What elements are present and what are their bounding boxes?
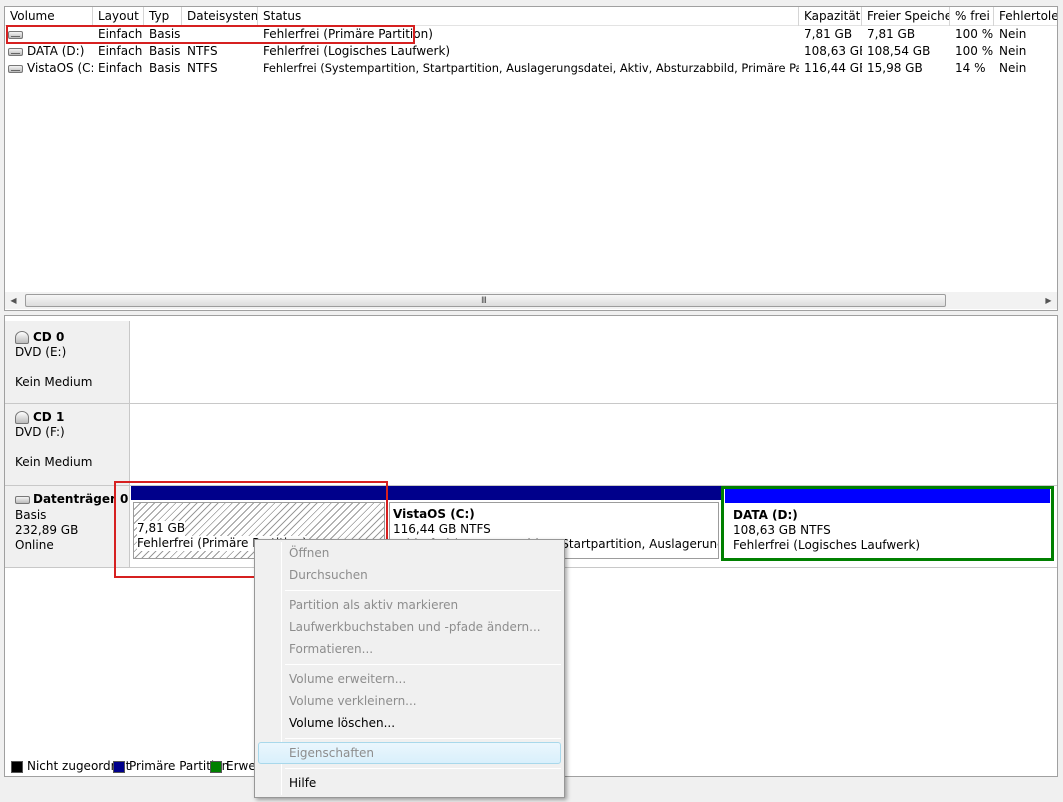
- cell-fehlertoleranz: Nein: [999, 44, 1027, 58]
- column-header-kapazitaet[interactable]: Kapazität: [799, 7, 862, 26]
- cell-freier-speicher: 108,54 GB: [867, 44, 931, 58]
- table-row[interactable]: VistaOS (C:) Einfach Basis NTFS Fehlerfr…: [5, 60, 1057, 77]
- disk-row-cd1: CD 1 DVD (F:) Kein Medium: [5, 404, 1057, 486]
- cell-volume: DATA (D:): [5, 43, 93, 60]
- column-header-fehlertoleranz[interactable]: Fehlertoler: [994, 7, 1057, 26]
- grip-icon: III: [481, 296, 487, 306]
- cell-status: Fehlerfrei (Primäre Partition): [263, 27, 433, 41]
- menu-item-durchsuchen[interactable]: Durchsuchen: [289, 565, 368, 585]
- column-header-layout[interactable]: Layout: [93, 7, 144, 26]
- drive-icon: [8, 65, 23, 73]
- context-menu[interactable]: Öffnen Durchsuchen Partition als aktiv m…: [254, 539, 565, 798]
- table-row[interactable]: DATA (D:) Einfach Basis NTFS Fehlerfrei …: [5, 43, 1057, 60]
- scrollbar-thumb[interactable]: III: [25, 294, 946, 307]
- cell-prozent-frei: 100 %: [955, 27, 994, 41]
- cell-freier-speicher: 7,81 GB: [867, 27, 916, 41]
- disk-label-cd0[interactable]: CD 0 DVD (E:) Kein Medium: [5, 321, 130, 403]
- drive-icon: [8, 48, 23, 56]
- legend-swatch-primary: [113, 761, 125, 773]
- cd-drive-icon: [15, 331, 29, 344]
- cell-prozent-frei: 100 %: [955, 44, 994, 58]
- menu-separator: [285, 768, 561, 769]
- menu-item-volume-erweitern[interactable]: Volume erweitern...: [289, 669, 406, 689]
- legend-swatch-extended: [210, 761, 222, 773]
- cell-dateisystem: NTFS: [187, 44, 218, 58]
- partition-bar: [131, 486, 387, 500]
- cell-layout: Einfach: [98, 61, 143, 75]
- disk-label-cd1[interactable]: CD 1 DVD (F:) Kein Medium: [5, 404, 130, 485]
- menu-item-hilfe[interactable]: Hilfe: [289, 773, 316, 793]
- cell-status: Fehlerfrei (Systempartition, Startpartit…: [263, 61, 799, 75]
- cell-dateisystem: [182, 26, 258, 43]
- cell-fehlertoleranz: Nein: [999, 27, 1027, 41]
- partition-bar: [725, 489, 1050, 503]
- menu-separator: [285, 738, 561, 739]
- volume-list-header: Volume Layout Typ Dateisystem Status Kap…: [5, 7, 1057, 26]
- cell-kapazitaet: 116,44 GB: [804, 61, 862, 75]
- menu-separator: [285, 590, 561, 591]
- partition-bar: [387, 486, 721, 500]
- cell-kapazitaet: 108,63 GB: [804, 44, 862, 58]
- column-header-typ[interactable]: Typ: [144, 7, 182, 26]
- cell-status: Fehlerfrei (Logisches Laufwerk): [263, 44, 451, 58]
- cell-typ: Basis: [149, 61, 181, 75]
- cell-volume: VistaOS (C:): [5, 60, 93, 77]
- column-header-status[interactable]: Status: [258, 7, 799, 26]
- cell-typ: Basis: [149, 44, 181, 58]
- volume-list[interactable]: Volume Layout Typ Dateisystem Status Kap…: [4, 6, 1058, 311]
- menu-item-formatieren[interactable]: Formatieren...: [289, 639, 373, 659]
- horizontal-scrollbar[interactable]: ◀ III ▶: [5, 292, 1057, 309]
- scroll-right-icon[interactable]: ▶: [1040, 292, 1057, 309]
- disk-label-disk0[interactable]: Datenträger 0 Basis 232,89 GB Online: [5, 486, 130, 567]
- menu-separator: [285, 664, 561, 665]
- cell-volume: [5, 26, 93, 43]
- disk-row-cd0: CD 0 DVD (E:) Kein Medium: [5, 321, 1057, 404]
- cell-freier-speicher: 15,98 GB: [867, 61, 923, 75]
- menu-item-laufwerkbuchstaben-aendern[interactable]: Laufwerkbuchstaben und -pfade ändern...: [289, 617, 541, 637]
- drive-icon: [8, 31, 23, 39]
- cell-fehlertoleranz: Nein: [999, 61, 1027, 75]
- cell-prozent-frei: 14 %: [955, 61, 986, 75]
- menu-item-volume-loeschen[interactable]: Volume löschen...: [289, 713, 395, 733]
- menu-item-eigenschaften[interactable]: Eigenschaften: [289, 743, 374, 763]
- cell-typ: Basis: [149, 27, 181, 41]
- cd-drive-icon: [15, 411, 29, 424]
- cell-layout: Einfach: [98, 44, 143, 58]
- column-header-volume[interactable]: Volume: [5, 7, 93, 26]
- scroll-left-icon[interactable]: ◀: [5, 292, 22, 309]
- menu-item-volume-verkleinern[interactable]: Volume verkleinern...: [289, 691, 417, 711]
- legend-swatch-unallocated: [11, 761, 23, 773]
- cell-dateisystem: NTFS: [187, 61, 218, 75]
- column-header-freier-speicher[interactable]: Freier Speicher: [862, 7, 950, 26]
- menu-item-aktiv-markieren[interactable]: Partition als aktiv markieren: [289, 595, 458, 615]
- hard-disk-icon: [15, 496, 30, 504]
- menu-item-oeffnen[interactable]: Öffnen: [289, 543, 329, 563]
- column-header-prozent-frei[interactable]: % frei: [950, 7, 994, 26]
- partition-data[interactable]: DATA (D:) 108,63 GB NTFS Fehlerfrei (Log…: [721, 486, 1054, 561]
- table-row[interactable]: Einfach Basis Fehlerfrei (Primäre Partit…: [5, 26, 1057, 43]
- partition-body: DATA (D:) 108,63 GB NTFS Fehlerfrei (Log…: [726, 504, 1049, 556]
- cell-kapazitaet: 7,81 GB: [804, 27, 853, 41]
- cell-layout: Einfach: [98, 27, 143, 41]
- column-header-dateisystem[interactable]: Dateisystem: [182, 7, 258, 26]
